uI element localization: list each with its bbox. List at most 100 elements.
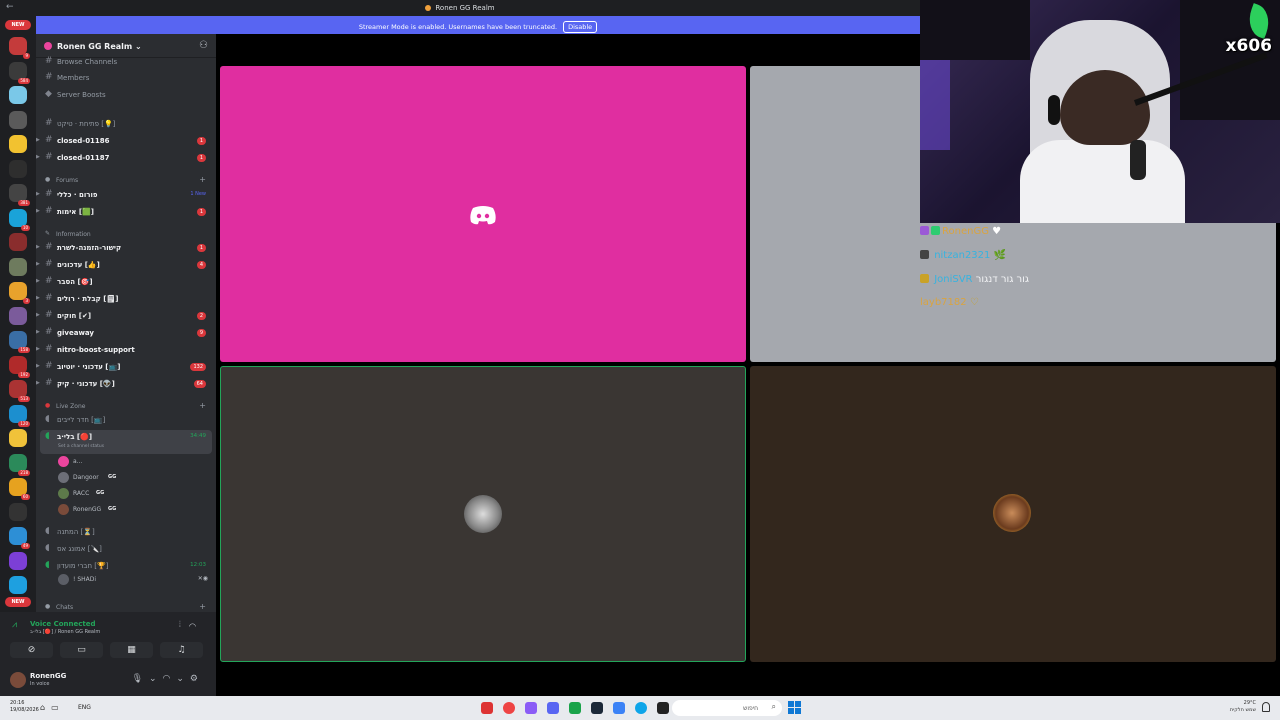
channel-item[interactable]: ▶ # חוקים [✔] 2	[36, 308, 216, 324]
voice-channel-club[interactable]: ◖ חברי מועדון [🏆] 12:03	[36, 558, 216, 574]
category-live-zone[interactable]: ● Live Zone +	[36, 400, 216, 412]
activities-button[interactable]: ▦	[110, 642, 153, 658]
server-icon[interactable]: 49	[9, 527, 30, 549]
voice-user[interactable]: RACC GG	[58, 487, 208, 501]
voice-user-shadi[interactable]: ! SHADi ✕◉	[58, 573, 208, 587]
server-icon[interactable]: 513	[9, 380, 30, 402]
search-box[interactable]: חיפוש ⌕	[672, 700, 782, 716]
channel-item[interactable]: ▶ # עדכונים [👍] 4	[36, 257, 216, 273]
invite-icon[interactable]: ⚇	[199, 40, 208, 51]
unread-badge: 1	[196, 244, 206, 252]
app-icon[interactable]	[525, 702, 537, 714]
signal-icon[interactable]: ⩘	[12, 620, 17, 630]
channel-verification[interactable]: ▶ # אימות [🟩] 1	[36, 204, 216, 220]
server-icon[interactable]	[9, 233, 27, 251]
chrome-icon[interactable]	[503, 702, 515, 714]
noise-suppression-icon[interactable]: ⦙⌒	[179, 620, 204, 630]
app-icon[interactable]	[657, 702, 669, 714]
server-boosts[interactable]: ◆ Server Boosts	[36, 87, 216, 103]
video-tile-1[interactable]	[220, 66, 746, 362]
edge-icon[interactable]	[635, 702, 647, 714]
chat-bubble-icon: ●	[45, 176, 51, 183]
server-icon[interactable]: 381	[9, 184, 30, 206]
category-forums[interactable]: ● Forums +	[36, 174, 216, 186]
weather-widget[interactable]: 29°C שמש חלקית	[1230, 700, 1256, 714]
disable-button[interactable]: Disable	[563, 21, 598, 33]
server-icon[interactable]	[9, 429, 27, 447]
app-icon[interactable]	[569, 702, 581, 714]
server-icon[interactable]: 60	[9, 478, 30, 500]
app-icon[interactable]	[613, 702, 625, 714]
server-icon[interactable]	[9, 159, 27, 178]
server-icon[interactable]	[9, 576, 27, 594]
server-icon[interactable]: 158	[9, 331, 30, 353]
server-icon[interactable]	[9, 306, 27, 325]
windows-start-icon[interactable]	[788, 701, 801, 714]
channel-item[interactable]: ▶ # קישור-הזמנה-לשרת 1	[36, 240, 216, 256]
avatar	[58, 488, 69, 499]
members[interactable]: # Members	[36, 70, 216, 86]
new-servers-pill[interactable]: NEW	[5, 597, 31, 607]
voice-user[interactable]: Dangoor GG	[58, 471, 208, 485]
channel-item[interactable]: ▶ # nitro-boost-support	[36, 342, 216, 358]
chevron-right-icon: ▶	[36, 278, 40, 284]
user-panel: RonenGG In voice 🎙⌄◠⌄⚙	[0, 664, 216, 696]
call-duration: 34:49	[190, 433, 206, 439]
server-icon[interactable]: 9	[9, 37, 30, 59]
channel-item[interactable]: ▶ # עדכוני · יוטיוב [📺] 132	[36, 359, 216, 375]
add-channel-icon[interactable]: +	[199, 175, 206, 184]
voice-channel-waiting[interactable]: ◖ המתנה [⏳]	[36, 524, 216, 540]
hash-icon: #	[45, 56, 53, 66]
notification-bell-icon[interactable]	[1262, 702, 1270, 712]
server-icon[interactable]: 10	[9, 208, 30, 231]
voice-user[interactable]: RonenGG GG	[58, 503, 208, 517]
add-channel-icon[interactable]: +	[199, 401, 206, 410]
voice-channel-lobby[interactable]: ◖ חדר לייבים [📺]	[36, 412, 216, 428]
channel-closed-01187[interactable]: ▶ # closed-01187 1	[36, 150, 216, 166]
channel-item[interactable]: ▶ # giveaway 9	[36, 325, 216, 341]
avatar[interactable]	[10, 672, 26, 688]
server-icon[interactable]	[9, 135, 27, 153]
voice-user[interactable]: a...	[58, 455, 208, 469]
category-information[interactable]: ✎ Information	[36, 228, 216, 240]
channel-closed-01186[interactable]: ▶ # closed-01186 1	[36, 133, 216, 149]
server-icon[interactable]	[9, 86, 27, 104]
forum-general[interactable]: ▶ # פורום · כללי 1 New	[36, 187, 216, 203]
server-icon[interactable]	[9, 257, 27, 276]
video-tile-3[interactable]	[220, 366, 746, 662]
active-voice-channel-row[interactable]: ◖ בלי·ב [🔴] 34:49	[36, 429, 216, 445]
unread-badge: 4	[196, 261, 206, 269]
language-indicator[interactable]: ENG	[78, 704, 91, 711]
tray-icons[interactable]: ⌂▭	[40, 703, 65, 712]
channel-ticket[interactable]: # פתיחת · טיקט [💡]	[36, 116, 216, 132]
channel-item[interactable]: ▶ # הסבר [🎯]	[36, 274, 216, 290]
server-icon[interactable]	[9, 502, 27, 521]
category-chats[interactable]: ● Chats +	[36, 601, 216, 612]
app-icon[interactable]	[481, 702, 493, 714]
clock[interactable]: 20:16 19/08/2026	[10, 700, 39, 714]
server-icon[interactable]: 120	[9, 404, 30, 427]
new-posts-tag: 1 New	[190, 191, 206, 197]
mic-headset-settings-icons[interactable]: 🎙⌄◠⌄⚙	[132, 674, 204, 684]
browse-channels[interactable]: # Browse Channels	[36, 54, 216, 70]
server-icon[interactable]	[9, 110, 27, 129]
server-icon[interactable]: 192	[9, 355, 30, 378]
channel-item[interactable]: ▶ # עדכוני · קיק [👽] 64	[36, 376, 216, 392]
discord-icon[interactable]	[547, 702, 559, 714]
channel-status-hint[interactable]: Set a channel status	[58, 444, 104, 449]
server-icon[interactable]: 3	[9, 282, 30, 304]
steam-icon[interactable]	[591, 702, 603, 714]
channel-item[interactable]: ▶ # קבלת · רולים [🗒]	[36, 291, 216, 307]
video-tile-4[interactable]	[750, 366, 1276, 662]
screen-share-button[interactable]: ▭	[60, 642, 103, 658]
soundboard-button[interactable]: ♫	[160, 642, 203, 658]
add-channel-icon[interactable]: +	[199, 602, 206, 611]
camera-off-button[interactable]: ⊘	[10, 642, 53, 658]
server-icon[interactable]: 218	[9, 453, 30, 476]
server-icon[interactable]	[9, 551, 27, 570]
voice-channel-among-us[interactable]: ◖ אמונג אס [🔪]	[36, 541, 216, 557]
new-servers-pill[interactable]: NEW	[5, 20, 31, 30]
server-icon[interactable]: 584	[9, 61, 30, 84]
hash-icon: #	[45, 118, 53, 128]
voice-connected-label: Voice Connected	[30, 620, 96, 628]
